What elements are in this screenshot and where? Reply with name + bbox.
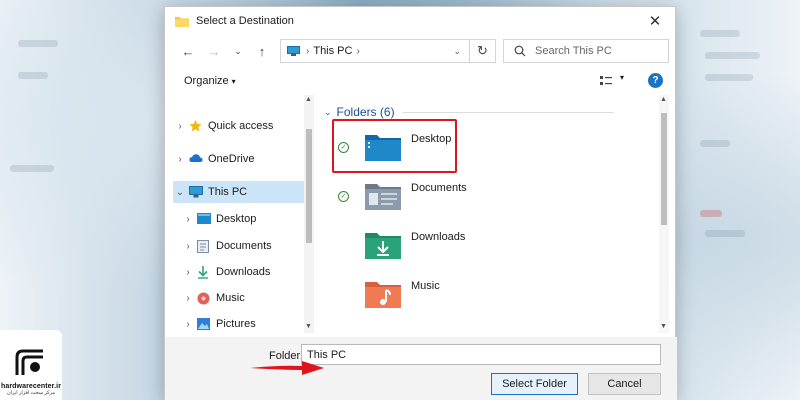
expand-chevron-icon[interactable]: ›: [181, 214, 195, 225]
help-icon[interactable]: ?: [648, 73, 663, 88]
recent-locations-chevron-icon[interactable]: ⌄: [227, 40, 249, 62]
view-options-icon[interactable]: [599, 74, 613, 88]
download-icon: [197, 266, 211, 279]
address-dropdown-icon[interactable]: ⌄: [453, 46, 461, 57]
pictures-icon: [197, 318, 211, 330]
annotation-highlight-box: [332, 119, 457, 173]
watermark-logo: hardwarecenter.ir مرکز سخت افزار ایران: [0, 330, 62, 400]
nav-item-label: Music: [216, 292, 245, 304]
nav-item-desktop[interactable]: › Desktop: [173, 208, 304, 230]
back-arrow-icon[interactable]: ←: [177, 40, 199, 62]
watermark-subtitle: مرکز سخت افزار ایران: [6, 390, 55, 396]
search-input[interactable]: [535, 45, 655, 57]
folder-tile-documents[interactable]: ✓ Documents: [338, 174, 598, 218]
organize-label: Organize: [184, 75, 229, 87]
view-dropdown-icon[interactable]: ▾: [620, 73, 624, 82]
sync-check-icon: ✓: [338, 190, 349, 202]
select-folder-button[interactable]: Select Folder: [491, 373, 578, 395]
folder-icon: [175, 16, 189, 27]
nav-item-this-pc[interactable]: ⌄ This PC: [173, 181, 304, 203]
group-divider: [401, 111, 614, 113]
title-bar: Select a Destination ✕: [165, 7, 675, 35]
scroll-up-icon[interactable]: ▲: [660, 96, 667, 103]
folder-label: Downloads: [411, 231, 466, 243]
annotation-arrow-icon: [250, 361, 324, 375]
brand-logo-icon: [13, 347, 49, 379]
up-arrow-icon[interactable]: ↑: [251, 40, 273, 62]
search-icon: [514, 45, 526, 57]
folders-group-header[interactable]: ⌄ Folders (6): [324, 105, 614, 119]
folder-label: Music: [411, 280, 440, 292]
command-bar: Organize ▾ ▾ ?: [165, 67, 675, 95]
nav-pane-scrollbar[interactable]: ▲ ▼: [304, 95, 314, 333]
collapse-chevron-icon[interactable]: ⌄: [173, 187, 187, 198]
expand-chevron-icon[interactable]: ›: [181, 293, 195, 304]
navigation-pane: › Quick access › OneDrive ⌄ This PC › De…: [173, 95, 304, 333]
dialog-footer: Folder: Select Folder Cancel: [165, 337, 677, 400]
music-folder-icon: [365, 278, 401, 310]
organize-menu[interactable]: Organize ▾: [184, 75, 236, 87]
nav-item-label: Documents: [216, 240, 272, 252]
watermark-brand: hardwarecenter.ir: [0, 383, 62, 390]
expand-chevron-icon[interactable]: ›: [181, 241, 195, 252]
desktop-folder-icon: [197, 213, 211, 225]
nav-item-label: Pictures: [216, 318, 256, 330]
star-icon: [189, 120, 203, 132]
forward-arrow-icon[interactable]: →: [203, 40, 225, 62]
cloud-icon: [189, 153, 203, 165]
scrollbar-thumb[interactable]: [661, 113, 667, 225]
refresh-icon[interactable]: ↻: [470, 39, 496, 63]
documents-folder-icon: [197, 240, 211, 253]
breadcrumb-chevron-icon[interactable]: ›: [356, 46, 359, 57]
nav-item-downloads[interactable]: › Downloads: [173, 261, 304, 283]
expand-chevron-icon[interactable]: ›: [173, 121, 187, 132]
computer-icon: [287, 46, 300, 56]
downloads-folder-icon: [365, 229, 401, 261]
music-icon: [197, 292, 211, 305]
scrollbar-thumb[interactable]: [306, 129, 312, 243]
documents-folder-icon: [365, 180, 401, 212]
expand-chevron-icon[interactable]: ›: [181, 267, 195, 278]
window-title: Select a Destination: [196, 15, 294, 27]
browser-body: › Quick access › OneDrive ⌄ This PC › De…: [173, 95, 669, 333]
nav-item-label: Desktop: [216, 213, 257, 225]
nav-item-pictures[interactable]: › Pictures: [173, 313, 304, 333]
breadcrumb-separator-icon: ›: [306, 45, 310, 57]
nav-item-label: Quick access: [208, 120, 274, 132]
group-collapse-chevron-icon[interactable]: ⌄: [324, 107, 332, 118]
nav-item-label: Downloads: [216, 266, 271, 278]
breadcrumb-this-pc[interactable]: This PC: [313, 45, 352, 57]
expand-chevron-icon[interactable]: ›: [181, 319, 195, 330]
scroll-down-icon[interactable]: ▼: [305, 323, 312, 330]
navigation-bar: ← → ⌄ ↑ › This PC › ⌄ ↻: [165, 35, 675, 67]
expand-chevron-icon[interactable]: ›: [173, 154, 187, 165]
folder-tile-downloads[interactable]: Downloads: [338, 223, 598, 267]
scroll-down-icon[interactable]: ▼: [660, 323, 667, 330]
nav-item-onedrive[interactable]: › OneDrive: [173, 148, 304, 170]
computer-icon: [189, 186, 203, 198]
nav-item-quick-access[interactable]: › Quick access: [173, 115, 304, 137]
search-box[interactable]: [503, 39, 669, 63]
nav-item-label: This PC: [208, 186, 248, 198]
nav-item-label: OneDrive: [208, 153, 255, 165]
close-icon[interactable]: ✕: [635, 7, 675, 35]
folder-tile-music[interactable]: Music: [338, 272, 598, 316]
content-pane: ⌄ Folders (6) ✓ Desktop ✓ Documents Down…: [318, 95, 661, 333]
group-header-label: Folders (6): [336, 105, 395, 119]
nav-item-music[interactable]: › Music: [173, 287, 304, 309]
scroll-up-icon[interactable]: ▲: [305, 96, 312, 103]
cancel-button[interactable]: Cancel: [588, 373, 661, 395]
address-bar[interactable]: › This PC › ⌄: [280, 39, 470, 63]
content-scrollbar[interactable]: ▲ ▼: [659, 95, 669, 333]
folder-label: Documents: [411, 182, 467, 194]
organize-dropdown-icon: ▾: [231, 77, 236, 86]
folder-name-input[interactable]: [301, 344, 661, 365]
select-destination-dialog: Select a Destination ✕ ← → ⌄ ↑ › This PC…: [164, 6, 677, 400]
nav-item-documents[interactable]: › Documents: [173, 235, 304, 257]
